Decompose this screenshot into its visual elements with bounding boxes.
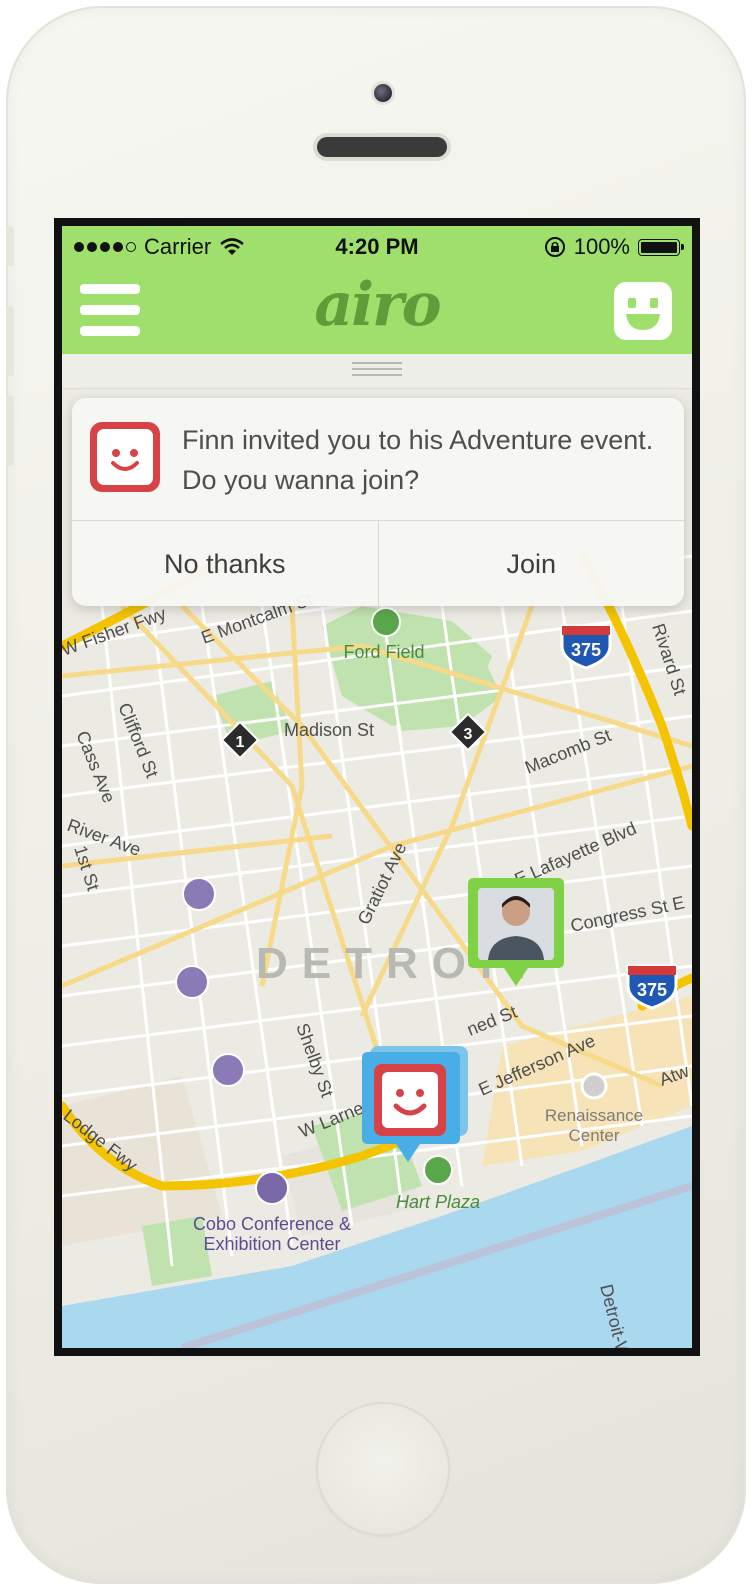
app-logo: airo	[314, 270, 441, 340]
profile-face-button[interactable]	[614, 282, 672, 340]
renaissance-poi-icon[interactable]	[580, 1072, 608, 1100]
stadium-icon[interactable]	[371, 607, 401, 637]
join-button[interactable]: Join	[377, 521, 685, 606]
svg-text:Exhibition Center: Exhibition Center	[203, 1234, 340, 1254]
ford-field-label[interactable]: Ford Field	[343, 642, 424, 662]
front-camera	[374, 84, 392, 102]
status-bar: Carrier 4:20 PM 100%	[62, 234, 692, 262]
no-thanks-button[interactable]: No thanks	[72, 521, 378, 606]
drawer-handle[interactable]	[62, 354, 692, 389]
event-location-pin[interactable]	[360, 1046, 468, 1164]
svg-text:1: 1	[236, 734, 245, 751]
rotation-lock-icon	[544, 237, 565, 257]
svg-text:375: 375	[571, 640, 601, 660]
airo-app-icon	[90, 422, 160, 492]
friend-location-pin[interactable]	[468, 878, 564, 986]
svg-text:Madison St: Madison St	[284, 720, 374, 740]
svg-text:Cobo Conference &: Cobo Conference &	[193, 1214, 351, 1234]
svg-text:3: 3	[464, 726, 473, 743]
invite-message: Finn invited you to his Adventure event.…	[182, 425, 654, 495]
invite-actions: No thanks Join	[72, 520, 684, 606]
home-button[interactable]	[316, 1402, 450, 1536]
volume-up-button	[6, 306, 14, 376]
app-header: Carrier 4:20 PM 100% airo	[62, 226, 692, 354]
mute-switch	[6, 226, 14, 266]
svg-text:Renaissance: Renaissance	[545, 1106, 643, 1125]
map-view[interactable]: 375 375 1 3 Madison St Macomb St E Lafay…	[62, 226, 692, 1348]
battery-icon	[638, 238, 684, 256]
volume-down-button	[6, 396, 14, 466]
invite-notification: Finn invited you to his Adventure event.…	[72, 398, 684, 606]
svg-text:375: 375	[637, 980, 667, 1000]
phone-screen: 375 375 1 3 Madison St Macomb St E Lafay…	[54, 218, 700, 1356]
earpiece-speaker	[317, 137, 447, 157]
svg-text:Center: Center	[568, 1126, 619, 1145]
hart-plaza-label[interactable]: Hart Plaza	[396, 1192, 480, 1212]
battery-percent: 100%	[573, 234, 630, 259]
app-viewport: 375 375 1 3 Madison St Macomb St E Lafay…	[62, 226, 692, 1348]
cobo-center-label[interactable]: Cobo Conference & Exhibition Center	[193, 1214, 351, 1254]
smiley-face-icon	[626, 298, 660, 330]
